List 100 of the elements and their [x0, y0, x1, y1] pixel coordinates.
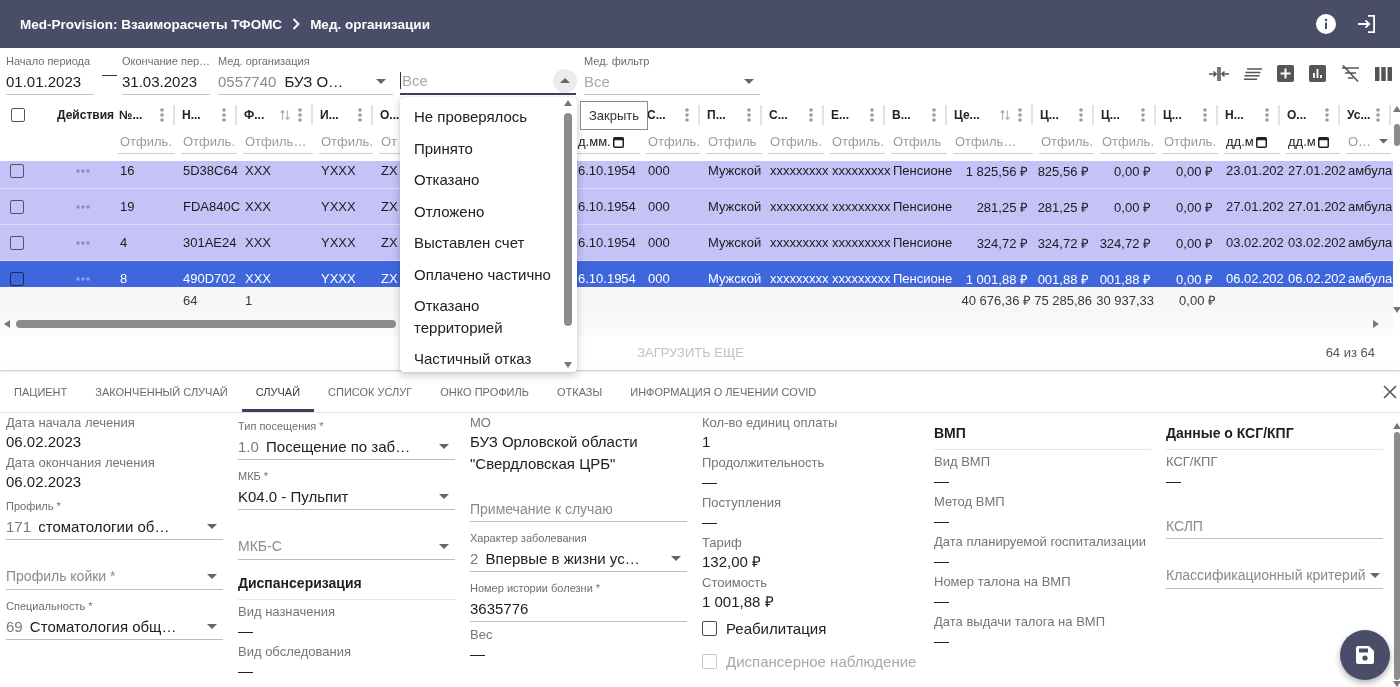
- exit-icon[interactable]: [1357, 14, 1377, 34]
- column-header[interactable]: С...: [769, 108, 788, 122]
- date-filter-field[interactable]: дд.м: [1224, 130, 1280, 154]
- select-field[interactable]: K04.0 - Пульпит: [238, 483, 455, 510]
- scroll-down-icon[interactable]: [1392, 307, 1400, 313]
- menu-item[interactable]: Не проверялось: [400, 101, 577, 133]
- filter-input[interactable]: Отфиль.: [768, 130, 824, 154]
- column-header[interactable]: Н...: [182, 108, 201, 122]
- column-header[interactable]: Ус...: [1347, 108, 1371, 122]
- kebab-menu-icon[interactable]: [1203, 108, 1207, 122]
- save-button[interactable]: [1340, 630, 1390, 680]
- column-header[interactable]: О...: [380, 108, 400, 122]
- column-header[interactable]: Н...: [1225, 108, 1244, 122]
- checkbox[interactable]: [10, 271, 24, 286]
- date-field[interactable]: 31.03.2023: [122, 68, 210, 95]
- date-field[interactable]: 01.01.2023: [6, 68, 94, 95]
- tab[interactable]: СЛУЧАЙ: [241, 372, 315, 412]
- checkbox[interactable]: [10, 235, 24, 250]
- tab[interactable]: ОНКО ПРОФИЛЬ: [426, 372, 543, 412]
- scroll-up-icon[interactable]: [564, 100, 572, 106]
- menu-item[interactable]: Отказано территорией: [400, 290, 577, 343]
- kebab-menu-icon[interactable]: [685, 108, 689, 122]
- scroll-up-icon[interactable]: [1392, 106, 1400, 112]
- column-header[interactable]: Ц...: [1101, 108, 1120, 122]
- column-header[interactable]: И...: [320, 108, 339, 122]
- filter-input[interactable]: Отфиль…: [953, 130, 1033, 154]
- filter-input[interactable]: Отфиль.: [1100, 130, 1156, 154]
- kebab-menu-icon[interactable]: [1079, 108, 1083, 122]
- columns-icon[interactable]: [1375, 66, 1392, 81]
- kebab-menu-icon[interactable]: [1018, 108, 1022, 122]
- more-horizontal-icon[interactable]: [76, 276, 90, 281]
- collapse-button[interactable]: [553, 68, 577, 93]
- menu-item[interactable]: Частичный отказ: [400, 343, 577, 372]
- column-width-icon[interactable]: [1209, 66, 1229, 81]
- checkbox[interactable]: [702, 620, 717, 636]
- kebab-menu-icon[interactable]: [160, 108, 164, 122]
- filter-input[interactable]: Отфиль…: [243, 130, 313, 154]
- select-field[interactable]: Классификационный критерий: [1166, 562, 1383, 589]
- menu-item[interactable]: Принято: [400, 132, 577, 164]
- kebab-menu-icon[interactable]: [932, 108, 936, 122]
- lines-icon[interactable]: [1244, 67, 1262, 80]
- scroll-up-icon[interactable]: [1392, 423, 1400, 429]
- kebab-menu-icon[interactable]: [1325, 108, 1329, 122]
- select-field[interactable]: Профиль койки *: [6, 563, 223, 590]
- organization-select[interactable]: 0557740 БУЗ О…: [218, 68, 393, 95]
- column-header[interactable]: Це...: [954, 108, 980, 122]
- column-header[interactable]: П...: [707, 108, 726, 122]
- filter-input[interactable]: Отфиль.: [646, 130, 700, 154]
- kebab-menu-icon[interactable]: [222, 108, 226, 122]
- text-field[interactable]: 3635776: [470, 595, 687, 622]
- column-header[interactable]: С...: [647, 108, 666, 122]
- calendar-icon[interactable]: [612, 135, 624, 148]
- tab[interactable]: ПАЦИЕНТ: [0, 372, 82, 412]
- menu-item[interactable]: Оплачено частично: [400, 258, 577, 290]
- scrollbar-thumb[interactable]: [564, 113, 572, 326]
- date-filter-field[interactable]: дд.м: [1286, 130, 1340, 154]
- column-header[interactable]: Е...: [831, 108, 849, 122]
- chart-box-icon[interactable]: [1309, 65, 1326, 82]
- checkbox[interactable]: [10, 199, 24, 214]
- kebab-menu-icon[interactable]: [870, 108, 874, 122]
- filter-input[interactable]: Отфиль.: [319, 130, 373, 154]
- select-field[interactable]: 69 Стоматология общ…: [6, 613, 223, 640]
- filter-input[interactable]: Отфиль.: [830, 130, 885, 154]
- checkbox[interactable]: [11, 108, 25, 122]
- kebab-menu-icon[interactable]: [1265, 108, 1269, 122]
- kebab-menu-icon[interactable]: [747, 108, 751, 122]
- column-header[interactable]: В...: [892, 108, 911, 122]
- select-field[interactable]: 171 стоматологии об…: [6, 513, 223, 540]
- filter-input[interactable]: Отфиль.: [118, 130, 175, 154]
- column-header[interactable]: О...: [1287, 108, 1307, 122]
- filter-input[interactable]: Отфиль.: [1039, 130, 1094, 154]
- filter-input[interactable]: Отфиль.: [181, 130, 237, 154]
- tab[interactable]: ЗАКОНЧЕННЫЙ СЛУЧАЙ: [81, 372, 242, 412]
- text-field[interactable]: КСЛП: [1166, 512, 1383, 539]
- column-header[interactable]: Ф...: [244, 108, 265, 122]
- filter-off-icon[interactable]: [1341, 65, 1360, 82]
- select-field[interactable]: 1.0 Посещение по заб…: [238, 433, 455, 460]
- scroll-left-icon[interactable]: [4, 320, 10, 328]
- column-header[interactable]: №...: [119, 108, 143, 122]
- calendar-icon[interactable]: [1317, 135, 1329, 148]
- tab[interactable]: СПИСОК УСЛУГ: [314, 372, 427, 412]
- kebab-menu-icon[interactable]: [1376, 108, 1380, 122]
- tab[interactable]: ИНФОРМАЦИЯ О ЛЕЧЕНИИ COVID: [616, 372, 831, 412]
- filter-input[interactable]: Отфиль.: [1162, 130, 1218, 154]
- column-header[interactable]: Ц...: [1163, 108, 1182, 122]
- select-field[interactable]: 2 Впервые в жизни ус…: [470, 545, 687, 572]
- menu-item[interactable]: Отложено: [400, 195, 577, 227]
- scroll-right-icon[interactable]: [1373, 320, 1379, 328]
- plus-box-icon[interactable]: [1277, 65, 1294, 82]
- kebab-menu-icon[interactable]: [358, 108, 362, 122]
- info-icon[interactable]: [1316, 14, 1336, 34]
- checkbox[interactable]: [10, 163, 24, 178]
- menu-item[interactable]: Выставлен счет: [400, 227, 577, 259]
- select-field[interactable]: МКБ-С: [238, 533, 455, 560]
- scrollbar-thumb[interactable]: [16, 320, 396, 328]
- breadcrumb-link[interactable]: Мед. организации: [310, 16, 430, 32]
- filter-input[interactable]: Отфиль: [706, 130, 762, 154]
- calendar-icon[interactable]: [1255, 135, 1267, 148]
- kebab-menu-icon[interactable]: [1141, 108, 1145, 122]
- text-field[interactable]: Примечание к случаю: [470, 495, 687, 522]
